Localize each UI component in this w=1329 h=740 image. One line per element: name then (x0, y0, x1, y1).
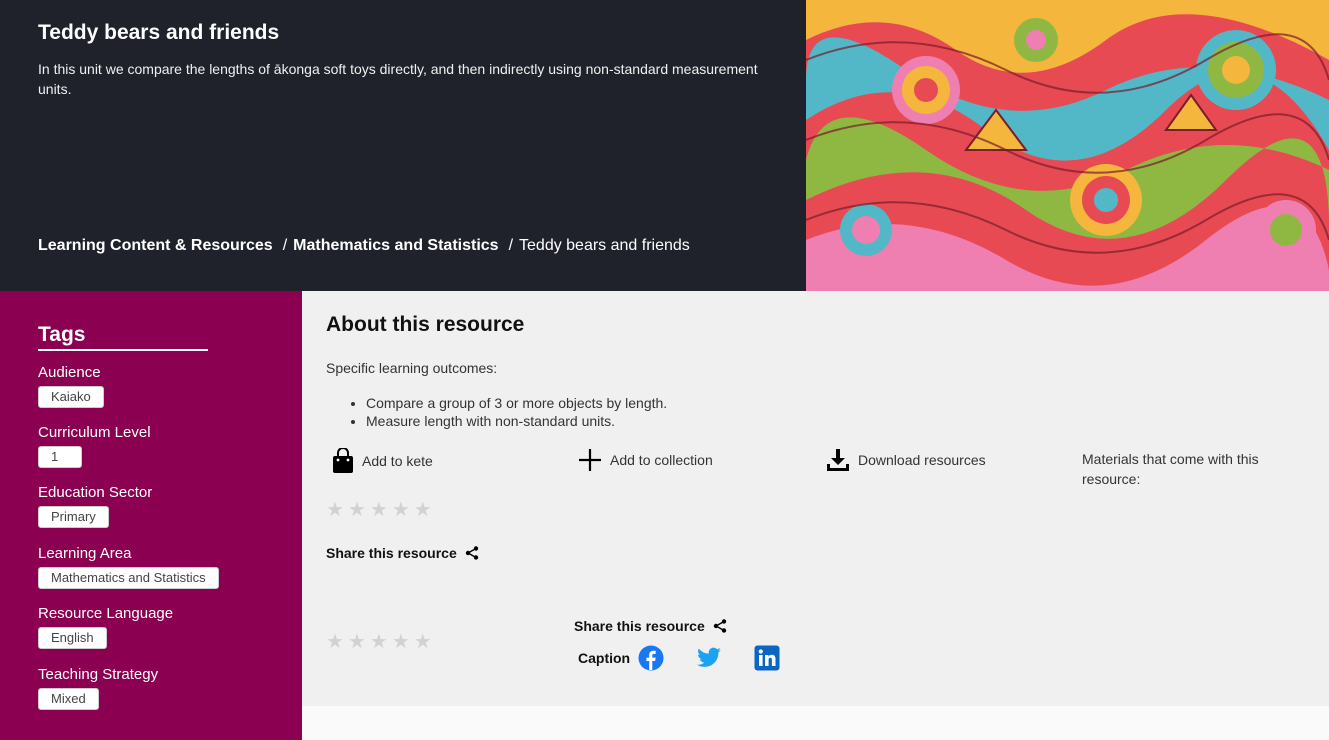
tag-group-audience: Audience Kaiako (38, 364, 104, 408)
tag-label: Education Sector (38, 484, 153, 501)
share-label: Share this resource (574, 618, 705, 634)
breadcrumb-separator: / (508, 237, 514, 254)
tag-chip[interactable]: English (38, 627, 107, 649)
breadcrumb-learning-content[interactable]: Learning Content & Resources (38, 237, 273, 255)
hero-text: Teddy bears and friends In this unit we … (38, 20, 778, 99)
facebook-icon[interactable] (638, 645, 664, 671)
list-item: Compare a group of 3 or more objects by … (366, 394, 667, 412)
materials-text: Materials that come with this resource: (1082, 451, 1259, 487)
star-icon[interactable]: ★ (370, 632, 388, 652)
plus-icon (579, 449, 601, 471)
star-rating[interactable]: ★ ★ ★ ★ ★ (326, 632, 432, 652)
breadcrumb-mathematics[interactable]: Mathematics and Statistics (293, 237, 498, 255)
star-icon[interactable]: ★ (392, 500, 410, 520)
about-resource-panel: About this resource Specific learning ou… (302, 291, 1329, 706)
share-icon (465, 546, 478, 560)
share-resource-button[interactable]: Share this resource (574, 618, 727, 634)
download-resources-button[interactable]: Download resources (826, 448, 986, 472)
caption-label: Caption (578, 650, 631, 666)
add-to-kete-label: Add to kete (362, 453, 433, 469)
shopping-bag-icon (333, 448, 353, 473)
breadcrumb-current: Teddy bears and friends (519, 237, 690, 254)
download-icon (827, 449, 849, 471)
share-icon (713, 619, 726, 633)
outcomes-list: Compare a group of 3 or more objects by … (366, 394, 667, 430)
add-to-kete-button[interactable]: Add to kete (332, 448, 433, 474)
tag-chip[interactable]: Mathematics and Statistics (38, 567, 219, 589)
page-title: Teddy bears and friends (38, 21, 280, 44)
tag-label: Audience (38, 364, 101, 381)
tag-chip[interactable]: Primary (38, 506, 109, 528)
star-icon[interactable]: ★ (414, 500, 432, 520)
tag-chip[interactable]: Kaiako (38, 386, 104, 408)
outcomes-label: Specific learning outcomes: (326, 360, 498, 376)
tag-group-resource-language: Resource Language English (38, 605, 173, 649)
tags-title: Tags (38, 323, 208, 351)
star-icon[interactable]: ★ (348, 632, 366, 652)
star-rating[interactable]: ★ ★ ★ ★ ★ (326, 500, 432, 520)
add-to-collection-button[interactable]: Add to collection (578, 448, 713, 472)
share-label: Share this resource (326, 545, 457, 561)
star-icon[interactable]: ★ (392, 632, 410, 652)
tag-chip[interactable]: Mixed (38, 688, 99, 710)
about-title: About this resource (326, 313, 525, 336)
share-resource-button[interactable]: Share this resource (326, 545, 479, 561)
list-item: Measure length with non-standard units. (366, 412, 667, 430)
hero-banner: Teddy bears and friends In this unit we … (0, 0, 1329, 291)
tag-label: Teaching Strategy (38, 666, 159, 683)
tags-sidebar: Tags Audience Kaiako Curriculum Level 1 … (0, 291, 302, 740)
add-to-collection-label: Add to collection (610, 452, 713, 468)
hero-pattern-image (806, 0, 1329, 291)
social-share-row: Caption (578, 645, 812, 671)
page-description: In this unit we compare the lengths of ā… (38, 61, 758, 97)
tag-chip[interactable]: 1 (38, 446, 82, 468)
tag-label: Learning Area (38, 545, 132, 562)
twitter-icon[interactable] (696, 645, 722, 671)
star-icon[interactable]: ★ (326, 500, 344, 520)
star-icon[interactable]: ★ (326, 632, 344, 652)
tag-group-education-sector: Education Sector Primary (38, 484, 152, 528)
linkedin-icon[interactable] (754, 645, 780, 671)
tag-group-teaching-strategy: Teaching Strategy Mixed (38, 666, 158, 710)
breadcrumb: Learning Content & Resources / Mathemati… (38, 237, 690, 255)
tag-group-learning-area: Learning Area Mathematics and Statistics (38, 545, 219, 589)
breadcrumb-separator: / (282, 237, 288, 254)
tag-label: Resource Language (38, 605, 174, 622)
star-icon[interactable]: ★ (348, 500, 366, 520)
star-icon[interactable]: ★ (414, 632, 432, 652)
star-icon[interactable]: ★ (370, 500, 388, 520)
tag-group-curriculum-level: Curriculum Level 1 (38, 424, 151, 468)
tag-label: Curriculum Level (38, 424, 151, 441)
download-resources-label: Download resources (858, 452, 986, 468)
